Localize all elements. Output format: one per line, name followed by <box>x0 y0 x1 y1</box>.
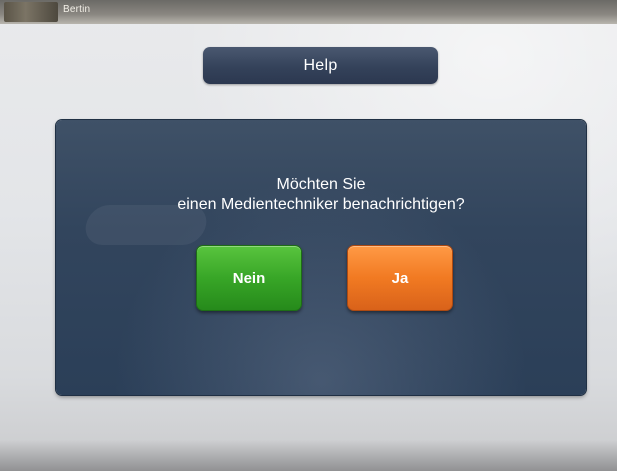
user-name: Bertin <box>63 4 91 15</box>
confirm-dialog: Möchten Sie einen Medientechniker benach… <box>56 120 586 395</box>
avatar <box>4 2 58 22</box>
touch-panel-screen: Bertin Help Möchten Sie einen Medientech… <box>0 0 617 471</box>
question-line-1: Möchten Sie <box>276 176 366 193</box>
help-title-bar: Help <box>203 47 438 84</box>
yes-button[interactable]: Ja <box>347 245 453 311</box>
top-strip: Bertin <box>0 0 617 24</box>
page-title: Help <box>303 56 338 74</box>
no-button[interactable]: Nein <box>196 245 302 311</box>
bottom-bezel-shadow <box>0 440 617 471</box>
dialog-question: Möchten Sie einen Medientechniker benach… <box>56 175 586 215</box>
question-line-2: einen Medientechniker benachrichtigen? <box>177 196 465 213</box>
